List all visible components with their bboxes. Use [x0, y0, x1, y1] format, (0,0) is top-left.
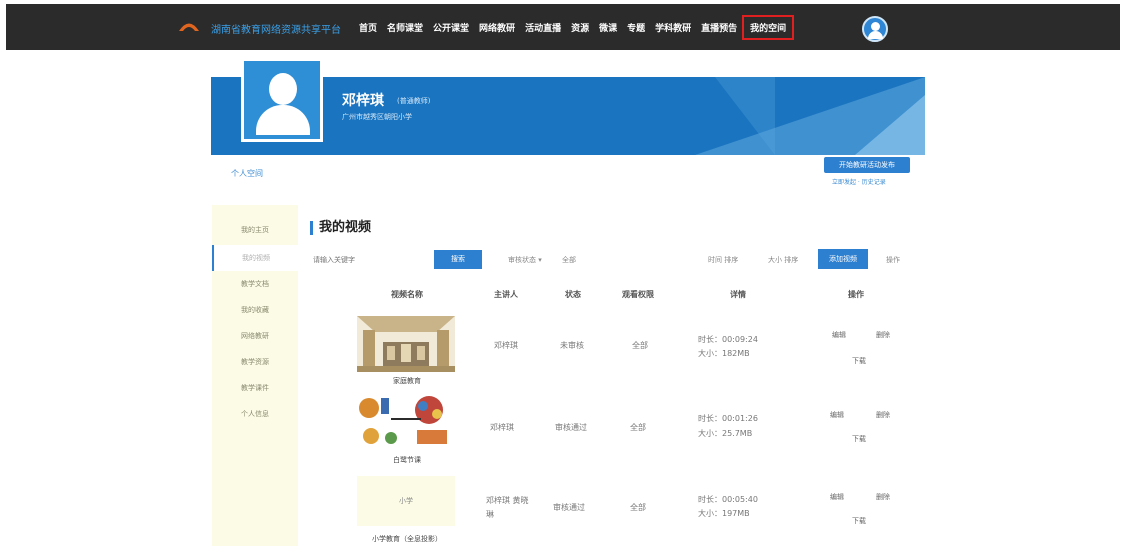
search-input[interactable] — [313, 252, 423, 268]
video-speaker: 邓梓琪 — [490, 423, 514, 432]
video-thumbnail[interactable]: 小学 — [357, 476, 455, 526]
search-button[interactable]: 搜索 — [434, 250, 482, 269]
site-logo-icon[interactable] — [178, 18, 200, 32]
profile-photo-body — [256, 105, 310, 135]
nav-item-live-preview[interactable]: 直播预告 — [696, 19, 742, 40]
user-avatar[interactable] — [862, 16, 888, 42]
delete-button[interactable]: 删除 — [876, 330, 890, 340]
video-thumbnail[interactable] — [357, 392, 455, 448]
add-video-button[interactable]: 添加视频 — [818, 249, 868, 269]
profile-photo[interactable] — [241, 58, 323, 142]
user-role: (普通教师) — [397, 97, 431, 105]
download-button[interactable]: 下载 — [852, 516, 866, 526]
sidebar-item-courseware[interactable]: 教学课件 — [212, 383, 298, 393]
filter-all-option[interactable]: 全部 — [562, 255, 576, 265]
edit-button[interactable]: 编辑 — [832, 330, 846, 340]
nav-item-famous-class[interactable]: 名师课堂 — [382, 19, 428, 40]
main-nav: 首页 名师课堂 公开课堂 网络教研 活动直播 资源 微课 专题 学科教研 直播预… — [354, 15, 795, 40]
video-title[interactable]: 小学教育（全息投影） — [337, 534, 477, 544]
page: 湖南省教育网络资源共享平台 首页 名师课堂 公开课堂 网络教研 活动直播 资源 … — [0, 0, 1126, 546]
video-speaker: 邓梓琪 黄晓琳 — [486, 496, 529, 519]
video-speaker: 邓梓琪 — [494, 341, 518, 350]
banner-decoration — [855, 95, 925, 155]
video-thumbnail[interactable] — [357, 316, 455, 372]
sidebar-item-my-videos[interactable]: 我的视频 — [212, 245, 298, 271]
nav-item-home[interactable]: 首页 — [354, 19, 382, 40]
publish-sub-links[interactable]: 立即发起 · 历史记录 — [832, 177, 886, 186]
video-title[interactable]: 白鹭节课 — [347, 455, 467, 465]
top-nav-bar: 湖南省教育网络资源共享平台 首页 名师课堂 公开课堂 网络教研 活动直播 资源 … — [6, 4, 1120, 50]
video-permission: 全部 — [630, 503, 646, 512]
video-status: 审核通过 — [553, 503, 585, 512]
user-name: 邓梓琪 — [342, 93, 384, 109]
video-permission: 全部 — [632, 341, 648, 350]
column-header-status: 状态 — [565, 290, 581, 299]
video-permission: 全部 — [630, 423, 646, 432]
video-duration: 时长：00:09:24 — [698, 335, 758, 344]
sidebar-item-online-research[interactable]: 网络教研 — [212, 331, 298, 341]
video-size: 大小：182MB — [698, 349, 750, 358]
nav-item-micro-class[interactable]: 微课 — [594, 19, 622, 40]
nav-item-subject-research[interactable]: 学科教研 — [650, 19, 696, 40]
avatar-head-shape — [871, 22, 880, 31]
download-button[interactable]: 下载 — [852, 434, 866, 444]
nav-item-online-research[interactable]: 网络教研 — [474, 19, 520, 40]
video-title[interactable]: 家庭教育 — [347, 376, 467, 386]
user-school: 广州市越秀区朝阳小学 — [342, 113, 412, 121]
column-header-details: 详情 — [730, 290, 746, 299]
sort-by-time-button[interactable]: 时间 排序 — [708, 255, 738, 265]
column-header-actions: 操作 — [848, 290, 864, 299]
nav-item-topics[interactable]: 专题 — [622, 19, 650, 40]
edit-button[interactable]: 编辑 — [830, 492, 844, 502]
video-status: 审核通过 — [555, 423, 587, 432]
status-filter-select[interactable]: 审核状态 ▾ — [508, 255, 542, 265]
sidebar-item-teaching-resources[interactable]: 教学资源 — [212, 357, 298, 367]
nav-item-my-space[interactable]: 我的空间 — [742, 15, 795, 40]
nav-item-live[interactable]: 活动直播 — [520, 19, 566, 40]
sidebar-item-home[interactable]: 我的主页 — [212, 225, 298, 235]
page-title: 我的视频 — [310, 221, 371, 235]
video-status: 未审核 — [560, 341, 584, 350]
site-name[interactable]: 湖南省教育网络资源共享平台 — [211, 21, 341, 36]
manage-link[interactable]: 操作 — [886, 255, 900, 265]
personal-space-link[interactable]: 个人空间 — [231, 168, 263, 179]
publish-activity-button[interactable]: 开始教研活动发布 — [824, 157, 910, 173]
edit-button[interactable]: 编辑 — [830, 410, 844, 420]
column-header-video-name: 视频名称 — [391, 290, 423, 299]
sidebar: 我的主页 我的视频 教学文档 我的收藏 网络教研 教学资源 教学课件 个人信息 — [212, 205, 298, 546]
sidebar-item-personal-info[interactable]: 个人信息 — [212, 409, 298, 419]
delete-button[interactable]: 删除 — [876, 410, 890, 420]
sort-by-size-button[interactable]: 大小 排序 — [768, 255, 798, 265]
sidebar-item-favorites[interactable]: 我的收藏 — [212, 305, 298, 315]
video-duration: 时长：00:01:26 — [698, 414, 758, 423]
video-size: 大小：197MB — [698, 509, 750, 518]
delete-button[interactable]: 删除 — [876, 492, 890, 502]
avatar-body-shape — [868, 31, 883, 39]
video-size: 大小：25.7MB — [698, 429, 753, 438]
column-header-speaker: 主讲人 — [494, 290, 518, 299]
sidebar-item-teaching-docs[interactable]: 教学文档 — [212, 279, 298, 289]
profile-photo-head — [269, 73, 297, 105]
video-duration: 时长：00:05:40 — [698, 495, 758, 504]
nav-item-resources[interactable]: 资源 — [566, 19, 594, 40]
column-header-permission: 观看权限 — [622, 290, 654, 299]
download-button[interactable]: 下载 — [852, 356, 866, 366]
nav-item-open-class[interactable]: 公开课堂 — [428, 19, 474, 40]
